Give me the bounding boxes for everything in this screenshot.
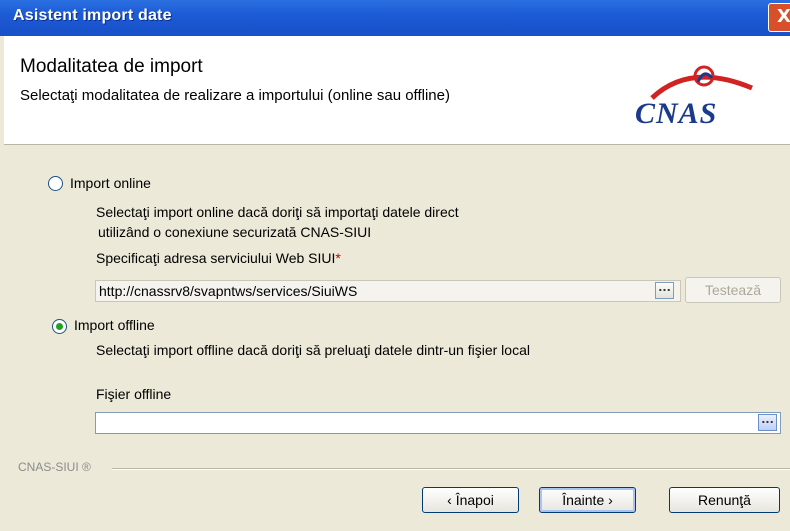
offline-file-browse-button[interactable]: ... bbox=[758, 414, 777, 431]
wizard-header: Modalitatea de import Selectaţi modalita… bbox=[4, 36, 790, 145]
ws-url-label-text: Specificaţi adresa serviciului Web SIUI bbox=[96, 250, 336, 266]
back-button[interactable]: ‹ Înapoi bbox=[422, 487, 519, 513]
import-online-label[interactable]: Import online bbox=[70, 175, 151, 191]
window-title: Asistent import date bbox=[13, 7, 172, 24]
ws-url-browse-button[interactable]: ... bbox=[655, 282, 674, 299]
next-button[interactable]: Înainte › bbox=[539, 487, 636, 513]
online-description-line1: Selectaţi import online dacă doriţi să i… bbox=[96, 204, 459, 220]
cancel-button[interactable]: Renunţă bbox=[669, 487, 780, 513]
import-online-radio[interactable] bbox=[48, 176, 63, 191]
radio-selected-dot bbox=[56, 323, 63, 330]
required-mark: * bbox=[335, 250, 341, 266]
close-button[interactable]: X bbox=[768, 3, 790, 32]
import-offline-radio[interactable] bbox=[52, 319, 67, 334]
ws-url-label: Specificaţi adresa serviciului Web SIUI* bbox=[96, 250, 341, 266]
title-bar: Asistent import date X bbox=[0, 0, 790, 36]
page-subtitle: Selectaţi modalitatea de realizare a imp… bbox=[20, 87, 450, 104]
cnas-logo: CNAS bbox=[630, 64, 760, 130]
footer-brand: CNAS-SIUI ® bbox=[18, 460, 91, 474]
offline-file-label: Fişier offline bbox=[96, 386, 172, 402]
ws-url-field[interactable]: http://cnassrv8/svapntws/services/SiuiWS bbox=[95, 280, 681, 302]
test-button[interactable]: Testează bbox=[685, 277, 781, 303]
online-description-line2: utilizând o conexiune securizată CNAS-SI… bbox=[98, 224, 372, 240]
offline-description: Selectaţi import offline dacă doriţi să … bbox=[96, 342, 530, 358]
close-icon: X bbox=[777, 6, 790, 27]
import-offline-label[interactable]: Import offline bbox=[74, 317, 155, 333]
logo-text: CNAS bbox=[635, 97, 718, 130]
offline-file-field[interactable] bbox=[95, 412, 781, 434]
footer-divider bbox=[112, 468, 790, 470]
page-title: Modalitatea de import bbox=[20, 56, 203, 77]
